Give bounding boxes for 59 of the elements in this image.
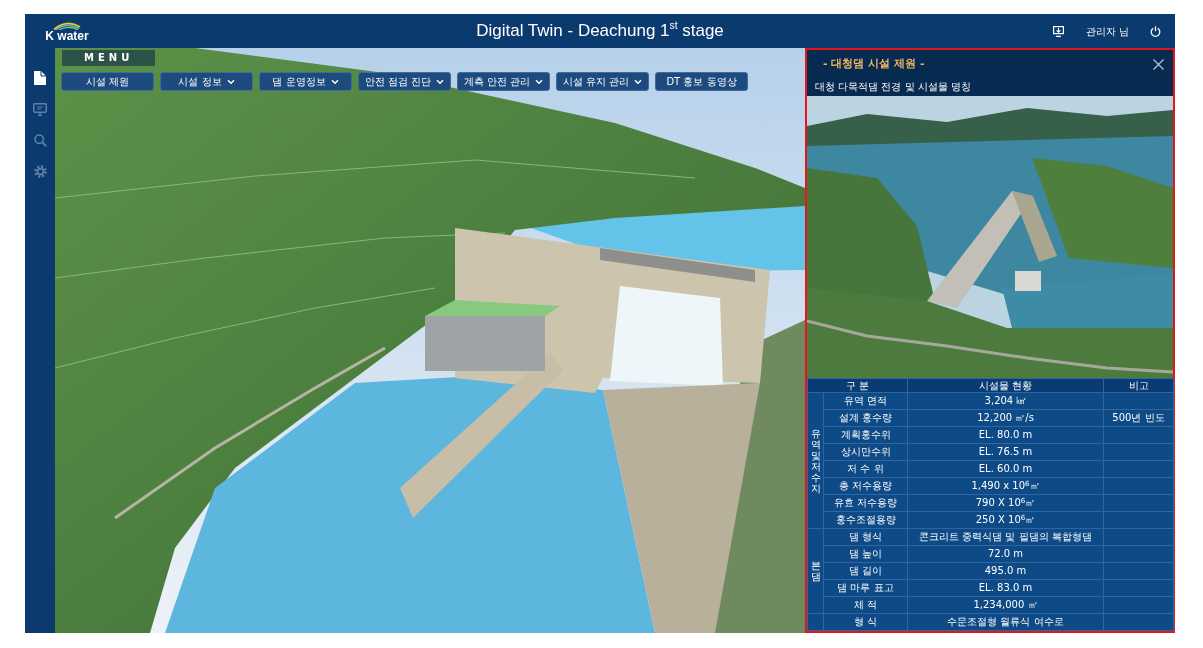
monitor-icon[interactable] xyxy=(1052,25,1064,37)
value-cell: 250 X 10$^{6}$㎥ xyxy=(907,511,1104,529)
arc-logo-icon xyxy=(53,21,81,30)
power-icon[interactable] xyxy=(1150,25,1161,37)
menu-button[interactable]: 시설 제원 xyxy=(61,72,154,91)
value-cell: 수문조절형 월류식 여수로 xyxy=(907,613,1104,631)
value-cell: EL. 83.0 m xyxy=(907,579,1104,597)
item-cell: 형 식 xyxy=(823,613,908,631)
caret-icon xyxy=(226,78,235,85)
value-cell: 790 X 10$^{6}$㎥ xyxy=(907,494,1104,512)
item-cell: 상시만수위 xyxy=(823,443,908,461)
caret-icon xyxy=(330,78,339,85)
group-label: 유역및저수지 xyxy=(810,427,821,494)
settings-icon[interactable] xyxy=(33,165,47,178)
logo-text: K water xyxy=(45,30,89,43)
item-cell: 댐 마루 표고 xyxy=(823,579,908,597)
item-cell: 유효 저수용량 xyxy=(823,494,908,512)
caret-icon xyxy=(634,78,643,85)
menu-button[interactable]: DT 홍보 동영상 xyxy=(655,72,748,91)
value-cell: 12,200 ㎥/s xyxy=(907,409,1104,427)
item-cell: 저 수 위 xyxy=(823,460,908,478)
value-cell: EL. 60.0 m xyxy=(907,460,1104,478)
note-cell: 500년 빈도 xyxy=(1103,409,1174,427)
item-cell: 체 적 xyxy=(823,596,908,614)
caret-icon xyxy=(535,78,544,85)
column-header: 구 분 xyxy=(807,378,908,393)
value-cell: 495.0 m xyxy=(907,562,1104,580)
item-cell: 설계 홍수량 xyxy=(823,409,908,427)
caret-icon xyxy=(436,78,445,85)
panel-subtitle: 대청 다목적댐 전경 및 시설물 명칭 xyxy=(814,80,972,94)
column-header: 시설물 현황 xyxy=(907,378,1104,393)
value-cell: 3,204 ㎢ xyxy=(907,392,1104,410)
item-cell: 총 저수용량 xyxy=(823,477,908,495)
item-cell: 댐 길이 xyxy=(823,562,908,580)
column-header: 비고 xyxy=(1103,378,1174,393)
page-title: Digital Twin - Deachung 1$^{st}$ stage xyxy=(476,21,724,41)
menu-button[interactable]: 댐 운영정보 xyxy=(259,72,352,91)
item-cell: 유역 면적 xyxy=(823,392,908,410)
menu-button[interactable]: 시설 유지 관리 xyxy=(556,72,649,91)
value-cell: 72.0 m xyxy=(907,545,1104,563)
item-cell: 댐 높이 xyxy=(823,545,908,563)
value-cell: 1,234,000 ㎥ xyxy=(907,596,1104,614)
panel-title: - 대청댐 시설 제원 - xyxy=(823,55,925,72)
document-icon[interactable] xyxy=(34,71,46,85)
menu-label: MENU xyxy=(62,50,155,66)
item-cell: 계획홍수위 xyxy=(823,426,908,444)
group-label: 본댐 xyxy=(810,560,821,582)
value-cell: 콘크리트 중력식댐 및 필댐의 복합형댐 xyxy=(907,528,1104,546)
menu-button[interactable]: 안전 점검 진단 xyxy=(358,72,451,91)
value-cell: EL. 76.5 m xyxy=(907,443,1104,461)
value-cell: EL. 80.0 m xyxy=(907,426,1104,444)
search-icon[interactable] xyxy=(33,134,47,147)
item-cell: 홍수조절용량 xyxy=(823,511,908,529)
close-icon[interactable] xyxy=(1153,58,1164,70)
item-cell: 댐 형식 xyxy=(823,528,908,546)
user-name[interactable]: 관리자 님 xyxy=(1085,23,1129,39)
menu-button[interactable]: 시설 정보 xyxy=(160,72,253,91)
value-cell: 1,490 x 10$^{6}$㎥ xyxy=(907,477,1104,495)
menu-button[interactable]: 계측 안전 관리 xyxy=(457,72,550,91)
